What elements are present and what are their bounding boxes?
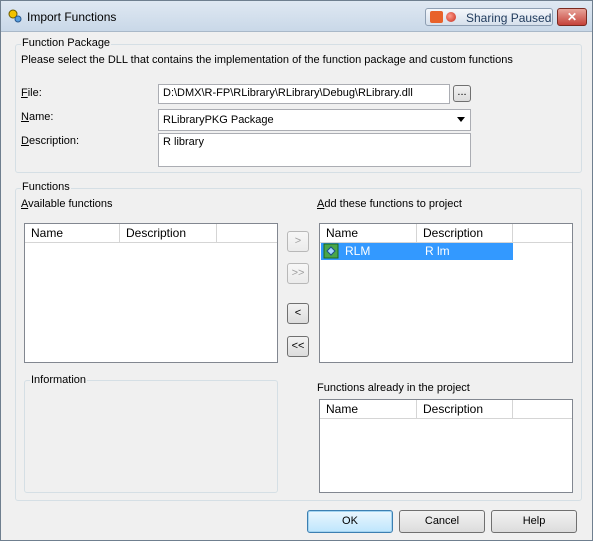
function-package-label: Function Package [21, 37, 112, 49]
function-name: RLM [345, 244, 371, 258]
column-name[interactable]: Name [25, 224, 120, 242]
available-functions-list[interactable]: Name Description [24, 223, 278, 363]
existing-list-header: Name Description [320, 400, 572, 419]
function-description: R lm [425, 244, 450, 258]
column-description[interactable]: Description [417, 224, 513, 242]
share-icon [430, 11, 443, 23]
name-label: Name: [21, 111, 54, 123]
move-all-left-label: << [291, 340, 305, 352]
existing-functions-list[interactable]: Name Description [319, 399, 573, 493]
added-functions-list[interactable]: Name Description RLM R lm [319, 223, 573, 363]
help-button[interactable]: Help [491, 510, 577, 533]
ok-label: OK [342, 515, 358, 527]
move-left-label: < [294, 307, 302, 319]
information-box [24, 380, 278, 493]
browse-button[interactable]: ... [453, 85, 471, 102]
move-left-button[interactable]: < [287, 303, 309, 324]
move-all-left-button[interactable]: << [287, 336, 309, 357]
file-path-field[interactable]: D:\DMX\R-FP\RLibrary\RLibrary\Debug\RLib… [158, 84, 450, 104]
add-functions-label: Add these functions to project [317, 198, 462, 210]
description-value: R library [163, 136, 204, 148]
browse-label: ... [457, 86, 467, 98]
move-right-label: > [294, 235, 302, 247]
name-value: RLibraryPKG Package [163, 114, 274, 126]
column-name[interactable]: Name [320, 400, 417, 418]
list-item[interactable]: RLM R lm [321, 243, 513, 260]
cancel-button[interactable]: Cancel [399, 510, 485, 533]
record-icon [446, 12, 456, 22]
sharing-paused-button[interactable]: Sharing Paused [425, 8, 553, 26]
move-all-right-button[interactable]: >> [287, 263, 309, 284]
available-functions-label: Available functions [21, 198, 113, 210]
help-label: Help [522, 515, 546, 527]
description-field[interactable]: R library [158, 133, 471, 167]
existing-functions-label: Functions already in the project [317, 382, 470, 394]
close-icon: ✕ [566, 10, 578, 24]
column-description[interactable]: Description [417, 400, 513, 418]
package-instruction: Please select the DLL that contains the … [21, 54, 513, 66]
window-title: Import Functions [27, 10, 117, 24]
functions-label: Functions [21, 181, 71, 193]
sharing-label: Sharing Paused [466, 11, 552, 25]
close-button[interactable]: ✕ [557, 8, 587, 26]
import-functions-dialog: Import Functions Sharing Paused ✕ Functi… [0, 0, 593, 541]
added-list-header: Name Description [320, 224, 572, 243]
column-name[interactable]: Name [320, 224, 417, 242]
description-label: Description: [21, 135, 80, 147]
cancel-label: Cancel [424, 515, 460, 527]
ok-button[interactable]: OK [307, 510, 393, 533]
functions-app-icon [8, 9, 22, 23]
file-path-value: D:\DMX\R-FP\RLibrary\RLibrary\Debug\RLib… [163, 87, 413, 99]
chevron-down-icon [457, 117, 465, 122]
move-right-button[interactable]: > [287, 231, 309, 252]
move-all-right-label: >> [291, 267, 305, 279]
available-list-header: Name Description [25, 224, 277, 243]
function-icon [323, 243, 339, 259]
information-label: Information [30, 374, 88, 386]
file-label: File: [21, 87, 42, 99]
column-description[interactable]: Description [120, 224, 217, 242]
title-bar: Import Functions Sharing Paused ✕ [1, 1, 592, 32]
name-select[interactable]: RLibraryPKG Package [158, 109, 471, 131]
